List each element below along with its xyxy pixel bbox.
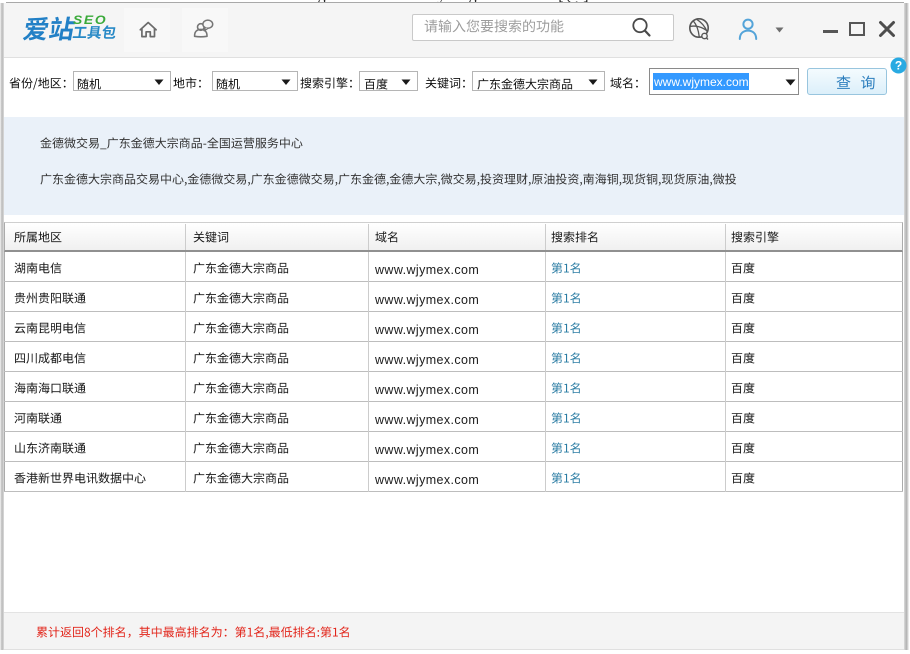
- svg-text:?: ?: [895, 59, 902, 73]
